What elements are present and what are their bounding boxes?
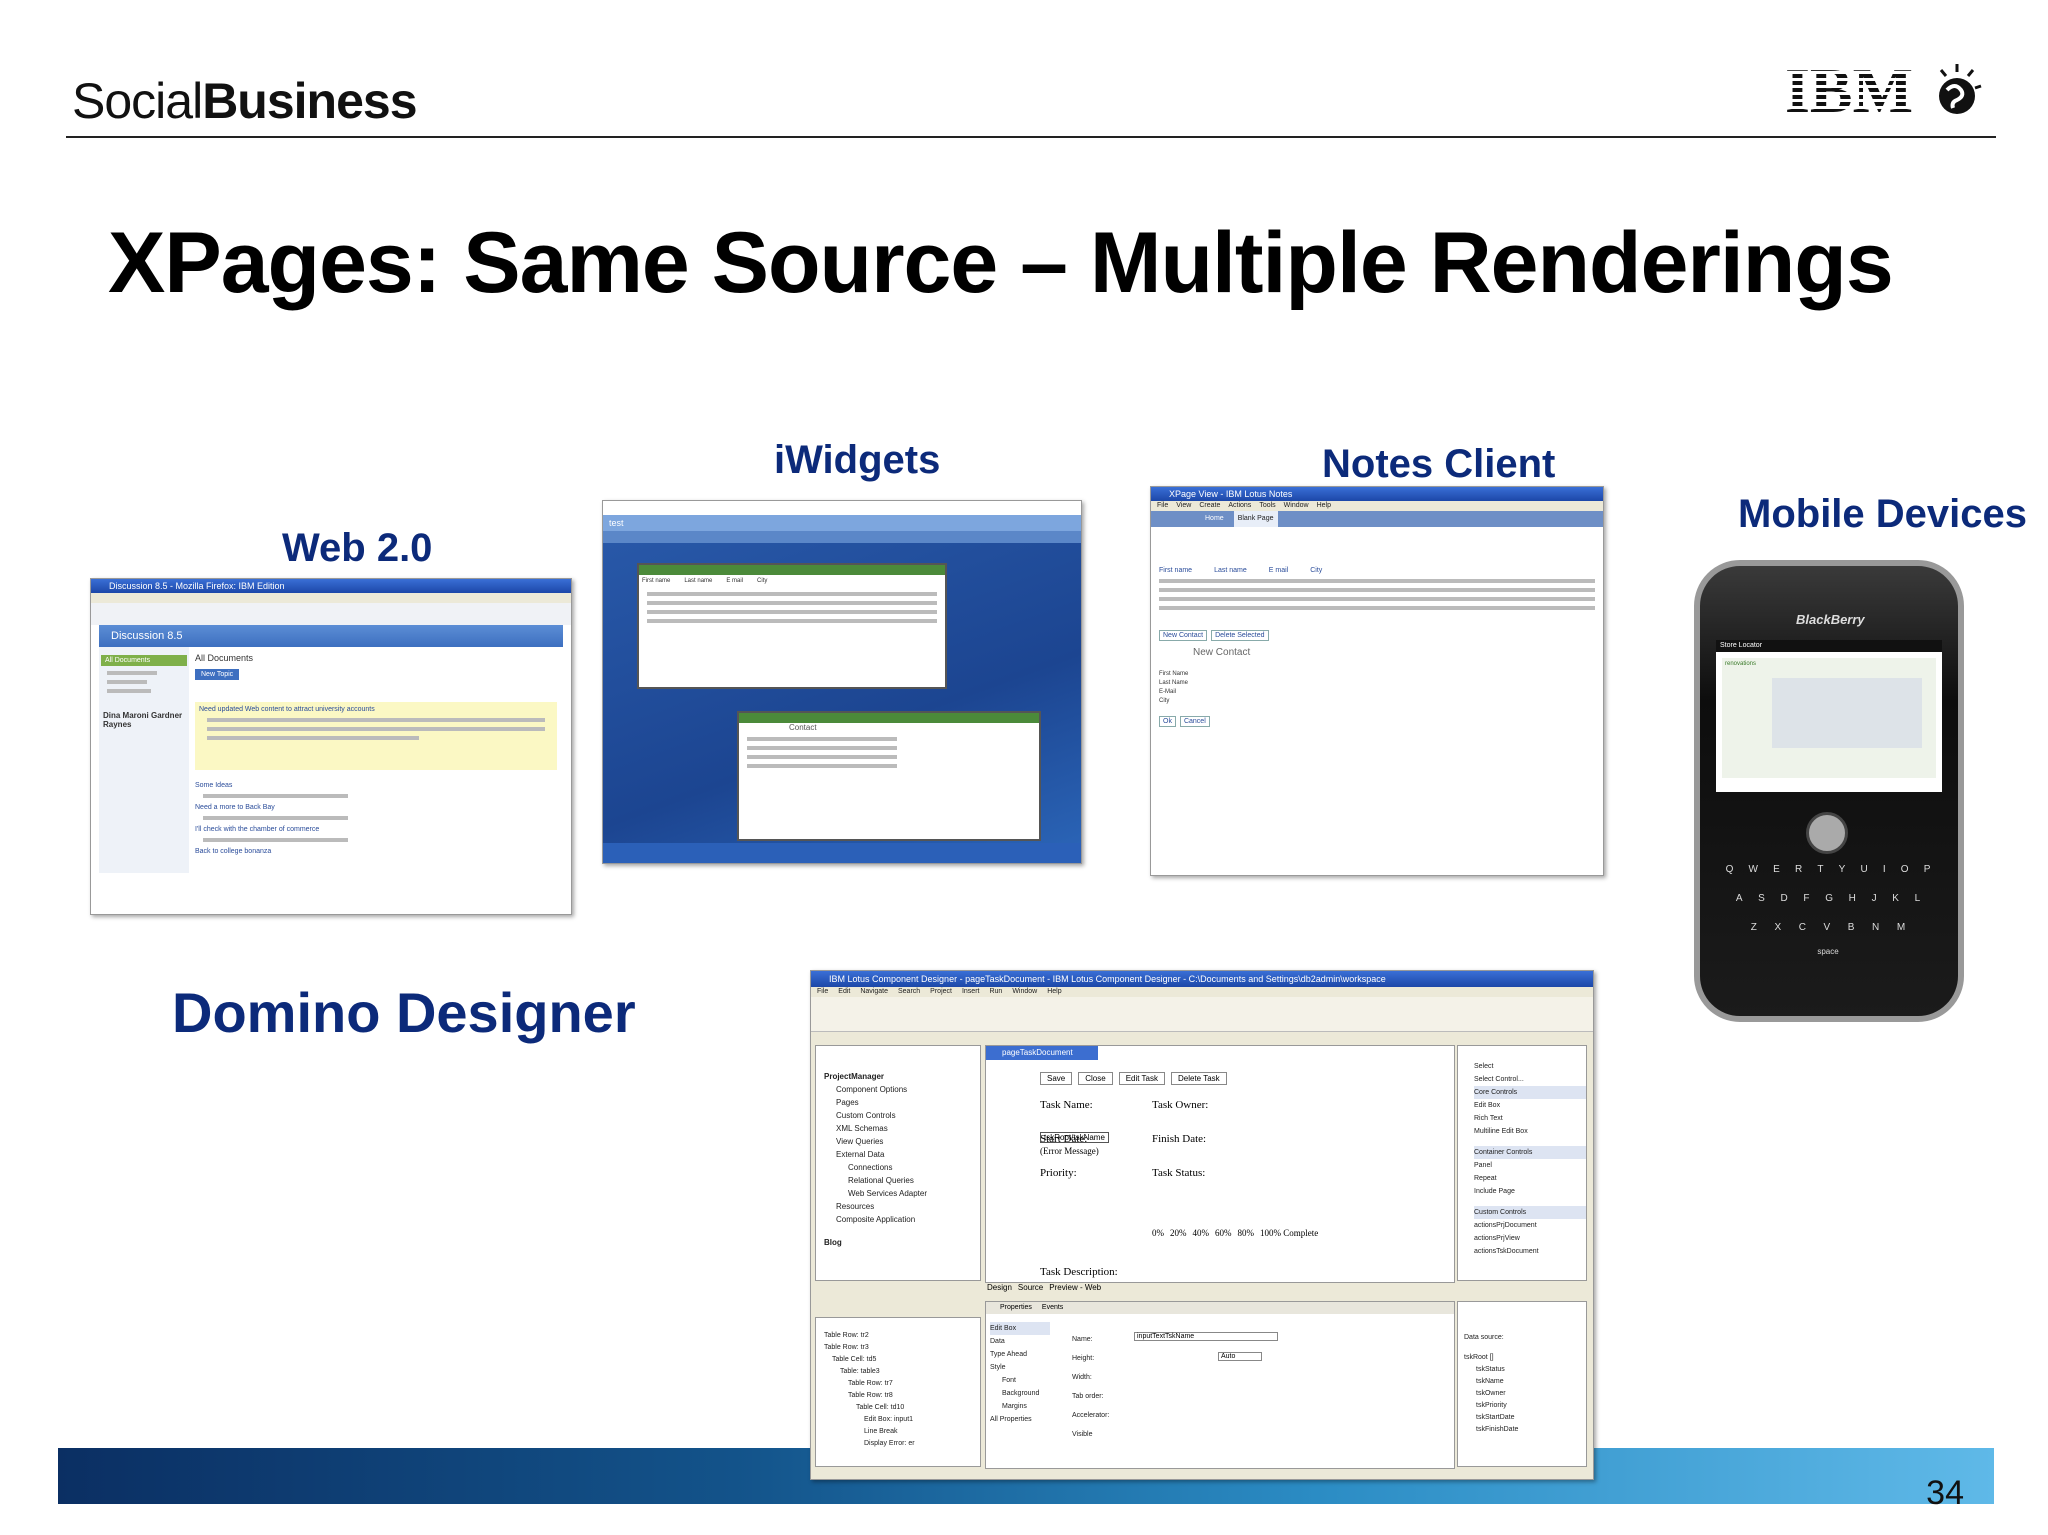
mobile-app-title: Store Locator	[1716, 640, 1942, 652]
blackberry-brand: BlackBerry	[1796, 612, 1865, 627]
designer-error-message: (Error Message)	[1040, 1146, 1099, 1156]
web20-nav-all-documents[interactable]: All Documents	[101, 655, 187, 666]
iwidgets-panel-title: Contact	[789, 723, 817, 732]
designer-editor: pageTaskDocument Save Close Edit Task De…	[985, 1045, 1455, 1283]
designer-editor-tab[interactable]: pageTaskDocument	[986, 1046, 1098, 1060]
web20-tags: Dina Maroni Gardner Raynes	[103, 711, 183, 729]
iwidgets-screenshot: test First name Last name E mail City Co…	[602, 500, 1082, 864]
web20-window-title: Discussion 8.5 - Mozilla Firefox: IBM Ed…	[91, 579, 571, 593]
brand-light: Social	[72, 73, 203, 129]
mobile-device: BlackBerry Store Locator renovations QWE…	[1694, 560, 1964, 1022]
designer-outline: Table Row: tr2 Table Row: tr3 Table Cell…	[815, 1317, 981, 1467]
web20-new-topic-button[interactable]: New Topic	[195, 669, 240, 680]
designer-screenshot: IBM Lotus Component Designer - pageTaskD…	[810, 970, 1594, 1480]
designer-toolbar	[811, 997, 1593, 1032]
designer-delete-task-button[interactable]: Delete Task	[1171, 1072, 1227, 1085]
label-mobile-devices: Mobile Devices	[1738, 492, 2028, 536]
notes-tab-blank-page[interactable]: Blank Page	[1233, 511, 1278, 527]
ibm-logo-text: IBM	[1785, 60, 1913, 122]
brand-wordmark: SocialBusiness	[72, 72, 418, 130]
mobile-site-name: renovations	[1725, 661, 1757, 667]
web20-topic-5[interactable]: Back to college bonanza	[195, 848, 557, 855]
web20-screenshot: Discussion 8.5 - Mozilla Firefox: IBM Ed…	[90, 578, 572, 915]
designer-height-units[interactable]: Auto	[1218, 1352, 1262, 1361]
designer-save-button[interactable]: Save	[1040, 1072, 1073, 1085]
trackball[interactable]	[1806, 812, 1848, 854]
notes-screenshot: XPage View - IBM Lotus Notes File View C…	[1150, 486, 1604, 876]
notes-delete-selected-button[interactable]: Delete Selected	[1211, 630, 1269, 641]
notes-window-title: XPage View - IBM Lotus Notes	[1151, 487, 1603, 501]
slide-title: XPages: Same Source – Multiple Rendering…	[108, 215, 1894, 311]
label-domino-designer: Domino Designer	[172, 981, 636, 1044]
designer-navigator: ProjectManager Component Options Pages C…	[815, 1045, 981, 1281]
designer-close-button[interactable]: Close	[1078, 1072, 1113, 1085]
ibm-logo: IBM	[1785, 55, 1985, 126]
notes-tab-home[interactable]: Home	[1205, 511, 1224, 527]
web20-topic-3[interactable]: Need a more to Back Bay	[195, 804, 557, 811]
designer-edit-task-button[interactable]: Edit Task	[1118, 1072, 1165, 1085]
designer-binding-field[interactable]: tskRoot/tskName	[1040, 1132, 1109, 1143]
label-web20: Web 2.0	[282, 526, 433, 570]
designer-data-panel: Data source: tskRoot [] tskStatus tskNam…	[1457, 1301, 1587, 1467]
brand-bold: Business	[202, 73, 417, 129]
web20-heading: All Documents	[195, 653, 254, 663]
designer-view-tabs: Design Source Preview - Web	[987, 1283, 1102, 1292]
designer-palette: Select Select Control... Core Controls E…	[1457, 1045, 1587, 1281]
notes-new-contact-button[interactable]: New Contact	[1159, 630, 1208, 641]
web20-topic-1[interactable]: Need updated Web content to attract univ…	[199, 706, 553, 713]
label-notes-client: Notes Client	[1322, 442, 1556, 486]
notes-cancel-button[interactable]: Cancel	[1179, 716, 1210, 727]
web20-topic-4[interactable]: I'll check with the chamber of commerce	[195, 826, 557, 833]
designer-window-title: IBM Lotus Component Designer - pageTaskD…	[811, 971, 1593, 987]
designer-properties: Properties Events Edit Box Data Type Ahea…	[985, 1301, 1455, 1469]
notes-ok-button[interactable]: Ok	[1159, 716, 1176, 727]
label-iwidgets: iWidgets	[774, 438, 941, 482]
designer-name-field[interactable]: inputTextTskName	[1134, 1332, 1278, 1341]
header-rule	[66, 136, 1996, 138]
mobile-screen: Store Locator renovations	[1716, 640, 1942, 792]
web20-app-title: Discussion 8.5	[99, 625, 563, 647]
notes-form-title: New Contact	[1193, 647, 1251, 658]
iwidgets-tab[interactable]: test	[603, 515, 1081, 531]
page-number: 34	[1926, 1474, 1964, 1512]
space-key[interactable]: space	[1718, 947, 1938, 956]
web20-topic-2[interactable]: Some Ideas	[195, 782, 557, 789]
